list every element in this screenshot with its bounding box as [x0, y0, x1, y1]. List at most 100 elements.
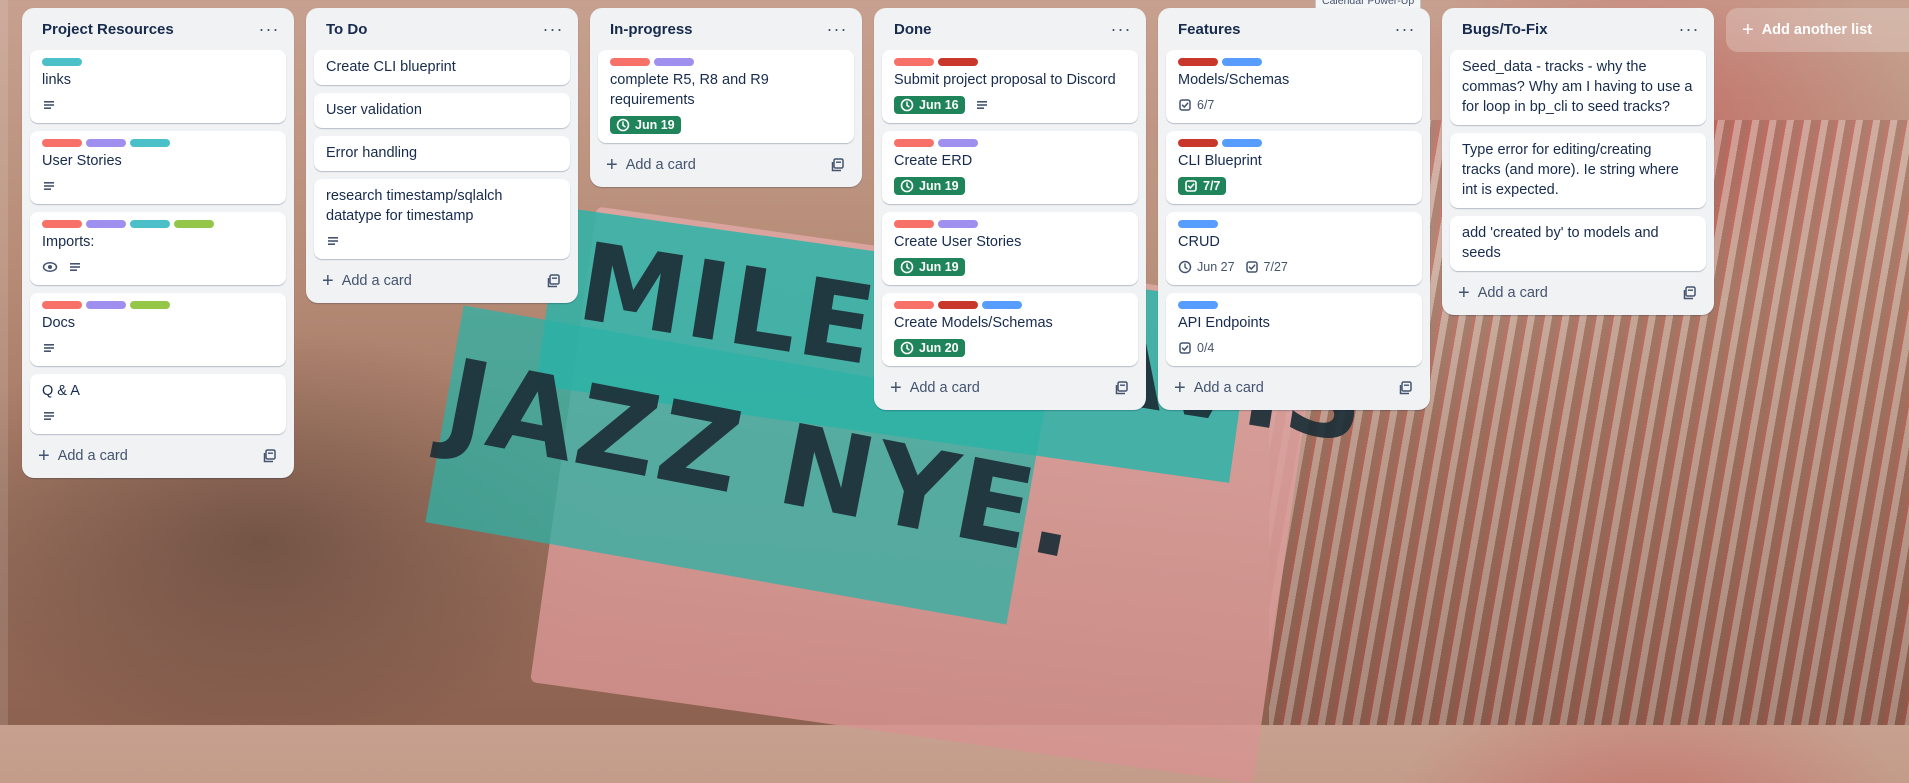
more-options-icon[interactable]: ··· [824, 16, 850, 42]
card-title: Seed_data - tracks - why the commas? Why… [1462, 59, 1693, 115]
clock-icon [1178, 260, 1192, 274]
card-badges [42, 95, 274, 115]
label-chip[interactable] [938, 301, 978, 309]
list-title[interactable]: To Do [326, 21, 367, 38]
card-list: Seed_data - tracks - why the commas? Why… [1442, 50, 1714, 271]
add-card-button[interactable]: + Add a card [606, 155, 696, 175]
card[interactable]: Docs [30, 293, 286, 366]
label-chip[interactable] [130, 301, 170, 309]
label-chip[interactable] [1178, 220, 1218, 228]
card[interactable]: Create CLI blueprint [314, 50, 570, 85]
more-options-icon[interactable]: ··· [1392, 16, 1418, 42]
more-options-icon[interactable]: ··· [1108, 16, 1134, 42]
label-chip[interactable] [86, 220, 126, 228]
card-template-icon[interactable] [1682, 285, 1698, 301]
list-title[interactable]: Done [894, 21, 932, 38]
add-card-button[interactable]: + Add a card [1174, 378, 1264, 398]
due-date-badge[interactable]: Jun 19 [610, 116, 681, 134]
checklist-badge: 7/27 [1245, 260, 1288, 274]
card[interactable]: User Stories [30, 131, 286, 204]
label-chip[interactable] [42, 58, 82, 66]
label-chip[interactable] [938, 58, 978, 66]
label-chip[interactable] [42, 220, 82, 228]
label-chip[interactable] [1178, 58, 1218, 66]
card[interactable]: CRUD Jun 27 7/27 [1166, 212, 1422, 285]
card-labels [42, 301, 274, 309]
card-labels [1178, 220, 1410, 228]
label-chip[interactable] [982, 301, 1022, 309]
list-title[interactable]: Project Resources [42, 21, 174, 38]
card-template-icon[interactable] [1114, 380, 1130, 396]
card-badges: 6/7 [1178, 95, 1410, 115]
label-chip[interactable] [86, 139, 126, 147]
card-labels [894, 220, 1126, 228]
card[interactable]: Create User Stories Jun 19 [882, 212, 1138, 285]
more-options-icon[interactable]: ··· [256, 16, 282, 42]
card[interactable]: Submit project proposal to Discord Jun 16 [882, 50, 1138, 123]
left-edge-strip [0, 0, 8, 725]
card[interactable]: User validation [314, 93, 570, 128]
label-chip[interactable] [894, 139, 934, 147]
card[interactable]: Imports: [30, 212, 286, 285]
due-date-badge[interactable]: Jun 16 [894, 96, 965, 114]
label-chip[interactable] [938, 220, 978, 228]
card-title: API Endpoints [1178, 315, 1270, 331]
due-date-badge[interactable]: Jun 19 [894, 258, 965, 276]
checklist-count: 7/7 [1203, 179, 1221, 193]
label-chip[interactable] [894, 301, 934, 309]
card[interactable]: Error handling [314, 136, 570, 171]
card[interactable]: Type error for editing/creating tracks (… [1450, 133, 1706, 208]
card[interactable]: Create Models/Schemas Jun 20 [882, 293, 1138, 366]
label-chip[interactable] [174, 220, 214, 228]
label-chip[interactable] [654, 58, 694, 66]
card-template-icon[interactable] [546, 273, 562, 289]
date-badge: Jun 27 [1178, 260, 1235, 274]
card[interactable]: links [30, 50, 286, 123]
list-1: To Do ··· Create CLI blueprint User validat… [306, 8, 578, 303]
card[interactable]: add 'created by' to models and seeds [1450, 216, 1706, 271]
label-chip[interactable] [894, 220, 934, 228]
card-template-icon[interactable] [1398, 380, 1414, 396]
label-chip[interactable] [1222, 139, 1262, 147]
add-card-button[interactable]: + Add a card [38, 446, 128, 466]
label-chip[interactable] [1178, 301, 1218, 309]
label-chip[interactable] [86, 301, 126, 309]
card[interactable]: Seed_data - tracks - why the commas? Why… [1450, 50, 1706, 125]
label-chip[interactable] [894, 58, 934, 66]
card[interactable]: Create ERD Jun 19 [882, 131, 1138, 204]
card-template-icon[interactable] [830, 157, 846, 173]
list-title[interactable]: Features [1178, 21, 1241, 38]
due-date-badge[interactable]: Jun 19 [894, 177, 965, 195]
label-chip[interactable] [1222, 58, 1262, 66]
card[interactable]: research timestamp/sqlalch datatype for … [314, 179, 570, 259]
clock-icon [616, 118, 630, 132]
card[interactable]: CLI Blueprint 7/7 [1166, 131, 1422, 204]
label-chip[interactable] [938, 139, 978, 147]
more-options-icon[interactable]: ··· [1676, 16, 1702, 42]
label-chip[interactable] [42, 139, 82, 147]
add-card-button[interactable]: + Add a card [890, 378, 980, 398]
more-options-icon[interactable]: ··· [540, 16, 566, 42]
add-card-button[interactable]: + Add a card [1458, 283, 1548, 303]
label-chip[interactable] [1178, 139, 1218, 147]
card[interactable]: Q & A [30, 374, 286, 434]
checklist-complete-badge: 7/7 [1178, 177, 1227, 195]
card[interactable]: API Endpoints 0/4 [1166, 293, 1422, 366]
label-chip[interactable] [130, 139, 170, 147]
checklist-icon [1245, 260, 1259, 274]
label-chip[interactable] [42, 301, 82, 309]
label-chip[interactable] [130, 220, 170, 228]
card[interactable]: complete R5, R8 and R9 requirements Jun 1… [598, 50, 854, 143]
checklist-badge: 0/4 [1178, 341, 1214, 355]
add-another-list-button[interactable]: + Add another list [1726, 8, 1909, 52]
list-title[interactable]: In-progress [610, 21, 693, 38]
card-badges: Jun 27 7/27 [1178, 257, 1410, 277]
due-date-badge[interactable]: Jun 20 [894, 339, 965, 357]
card-template-icon[interactable] [262, 448, 278, 464]
card[interactable]: Models/Schemas 6/7 [1166, 50, 1422, 123]
list-title[interactable]: Bugs/To-Fix [1462, 21, 1548, 38]
card-labels [1178, 139, 1410, 147]
label-chip[interactable] [610, 58, 650, 66]
add-card-button[interactable]: + Add a card [322, 271, 412, 291]
due-date-text: Jun 19 [919, 179, 959, 193]
